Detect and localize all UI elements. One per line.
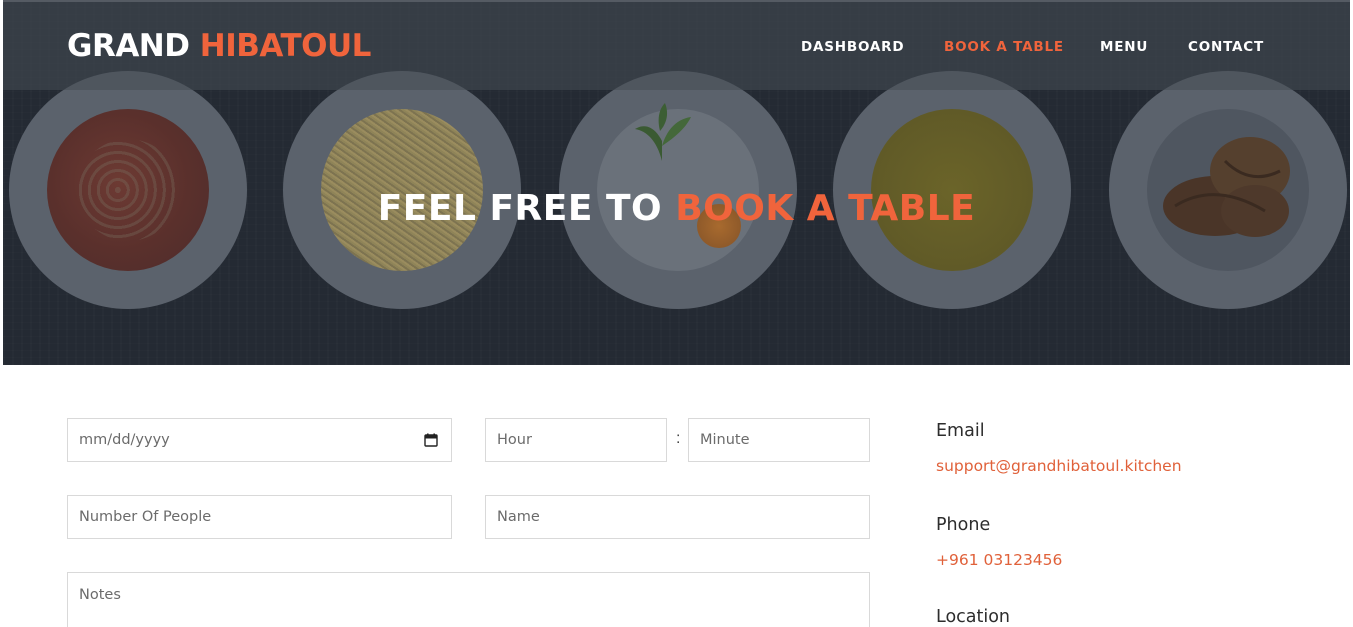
hour-input[interactable]: Hour (485, 418, 667, 462)
number-of-people-input[interactable]: Number Of People (67, 495, 452, 539)
brand-name-part2: HIBATOUL (199, 28, 372, 64)
time-separator: : (676, 430, 681, 447)
nav-link-book-a-table[interactable]: BOOK A TABLE (944, 39, 1064, 55)
hero-title-part2: BOOK A TABLE (675, 188, 976, 229)
people-input-placeholder: Number Of People (79, 509, 212, 525)
calendar-icon[interactable] (424, 433, 438, 447)
date-input-placeholder: mm/dd/yyyy (79, 432, 170, 448)
location-label: Location (936, 607, 1011, 627)
email-link[interactable]: support@grandhibatoul.kitchen (936, 457, 1182, 475)
notes-textarea-placeholder: Notes (79, 587, 121, 603)
notes-textarea[interactable]: Notes (67, 572, 870, 627)
minute-input-placeholder: Minute (700, 432, 750, 448)
phone-label: Phone (936, 515, 991, 535)
hour-input-placeholder: Hour (497, 432, 532, 448)
hero-title-part1: FEEL FREE TO (377, 188, 663, 229)
navbar: GRAND HIBATOUL DASHBOARD BOOK A TABLE ME… (3, 2, 1350, 90)
nav-link-menu[interactable]: MENU (1100, 39, 1148, 55)
nav-link-contact[interactable]: CONTACT (1188, 39, 1264, 55)
nav-link-dashboard[interactable]: DASHBOARD (801, 39, 904, 55)
date-input[interactable]: mm/dd/yyyy (67, 418, 452, 462)
email-label: Email (936, 421, 985, 441)
brand-logo[interactable]: GRAND HIBATOUL (67, 28, 371, 64)
name-input-placeholder: Name (497, 509, 540, 525)
name-input[interactable]: Name (485, 495, 870, 539)
hero-title: FEEL FREE TO BOOK A TABLE (3, 188, 1350, 229)
minute-input[interactable]: Minute (688, 418, 870, 462)
phone-link[interactable]: +961 03123456 (936, 551, 1062, 569)
hero-banner: GRAND HIBATOUL DASHBOARD BOOK A TABLE ME… (3, 0, 1350, 365)
brand-name-part1: GRAND (67, 28, 190, 64)
